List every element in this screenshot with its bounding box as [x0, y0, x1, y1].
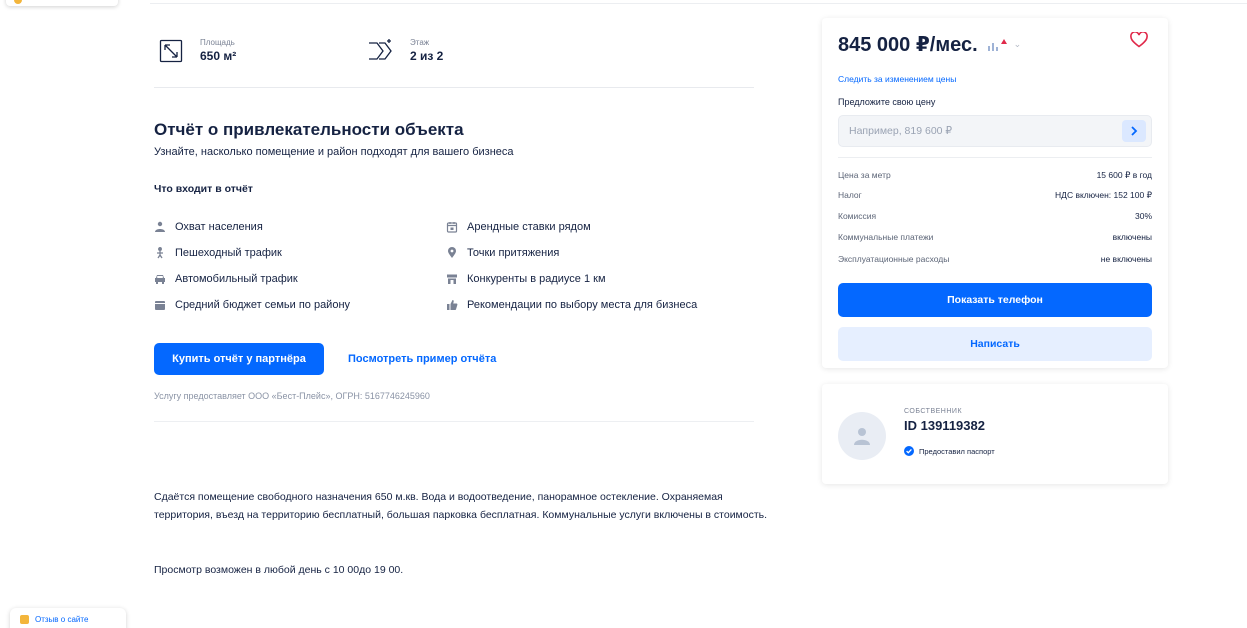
report-includes-title: Что входит в отчёт	[154, 183, 253, 195]
detail-row: Комиссия 30%	[838, 211, 1152, 221]
feature-item: Охват населения	[154, 221, 263, 233]
feature-item: Средний бюджет семьи по району	[154, 299, 350, 311]
shop-icon	[447, 274, 457, 284]
badge-dot-icon	[14, 0, 22, 4]
car-icon	[155, 275, 165, 284]
wallet-icon	[155, 301, 165, 310]
feature-label: Автомобильный трафик	[175, 273, 298, 285]
feedback-label: Отзыв о сайте	[35, 615, 89, 624]
example-report-link[interactable]: Посмотреть пример отчёта	[348, 353, 496, 365]
feature-item: Рекомендации по выбору места для бизнеса	[446, 299, 697, 311]
detail-key: Комиссия	[838, 211, 877, 221]
top-divider	[150, 3, 1247, 4]
detail-value: 30%	[1134, 211, 1152, 221]
owner-verified-badge: Предоставил паспорт	[904, 446, 995, 456]
feature-label: Конкуренты в радиусе 1 км	[467, 273, 606, 285]
offer-price-placeholder: Например, 819 600 ₽	[849, 125, 953, 137]
detail-value: НДС включен: 152 100 ₽	[1055, 190, 1152, 200]
top-badge[interactable]	[6, 0, 118, 6]
price-block: 845 000 ₽/мес. ⌄	[838, 32, 1021, 57]
owner-card: СОБСТВЕННИК ID 139119382 Предоставил пас…	[822, 384, 1168, 484]
feature-label: Средний бюджет семьи по району	[175, 299, 351, 311]
owner-id[interactable]: ID 139119382	[904, 418, 985, 433]
population-icon	[155, 221, 165, 232]
feedback-button[interactable]: Отзыв о сайте	[10, 608, 126, 628]
show-phone-button[interactable]: Показать телефон	[838, 283, 1152, 317]
stat-floor-value: 2 из 2	[410, 49, 444, 63]
feature-item: Точки притяжения	[446, 247, 559, 259]
watch-price-link[interactable]: Следить за изменением цены	[838, 74, 956, 84]
detail-row: Налог НДС включен: 152 100 ₽	[838, 190, 1152, 201]
listing-description: Сдаётся помещение свободного назначения …	[154, 491, 768, 521]
feature-label: Охват населения	[175, 221, 263, 233]
report-title: Отчёт о привлекательности объекта	[154, 120, 464, 139]
location-pin-icon	[448, 247, 456, 258]
stat-floor: Этаж 2 из 2	[366, 36, 443, 66]
stairs-icon	[366, 36, 396, 66]
feedback-icon	[20, 615, 29, 624]
offer-submit-button[interactable]	[1122, 120, 1146, 142]
stat-floor-caption: Этаж	[410, 38, 430, 47]
thumbs-up-icon	[447, 300, 458, 310]
stat-area-caption: Площадь	[200, 38, 235, 47]
feature-item: Пешеходный трафик	[154, 247, 282, 259]
feature-item: Конкуренты в радиусе 1 км	[446, 273, 606, 285]
stat-area: Площадь 650 м²	[156, 36, 236, 66]
offer-price-input[interactable]: Например, 819 600 ₽	[838, 115, 1152, 147]
area-expand-icon	[156, 36, 186, 66]
write-message-button[interactable]: Написать	[838, 327, 1152, 361]
detail-key: Налог	[838, 190, 862, 200]
price-value: 845 000 ₽/мес.	[838, 34, 978, 56]
report-subtitle: Узнайте, насколько помещение и район под…	[154, 146, 514, 158]
detail-value: 15 600 ₽ в год	[1096, 170, 1152, 180]
feature-label: Точки притяжения	[467, 247, 560, 259]
feature-label: Пешеходный трафик	[175, 247, 282, 259]
detail-value: включены	[1112, 232, 1152, 242]
section-divider	[154, 421, 754, 422]
avatar[interactable]	[838, 412, 886, 460]
detail-value: не включены	[1100, 254, 1152, 264]
offer-price-label: Предложите свою цену	[838, 97, 936, 107]
detail-row: Цена за метр 15 600 ₽ в год	[838, 170, 1152, 181]
card-divider	[838, 157, 1152, 158]
feature-label: Арендные ставки рядом	[467, 221, 591, 233]
provider-note: Услугу предоставляет ООО «Бест-Плейс», О…	[154, 391, 430, 401]
viewing-hours: Просмотр возможен в любой день с 10 00до…	[154, 564, 404, 576]
object-stats: Площадь 650 м² Этаж 2 из 2	[154, 30, 754, 88]
chevron-down-icon[interactable]: ⌄	[1014, 39, 1022, 50]
owner-verified-label: Предоставил паспорт	[919, 446, 995, 456]
feature-item: Автомобильный трафик	[154, 273, 298, 285]
price-trend-icon[interactable]	[986, 38, 1008, 52]
stat-area-value: 650 м²	[200, 49, 237, 63]
detail-key: Коммунальные платежи	[838, 232, 934, 242]
user-placeholder-icon	[854, 428, 870, 445]
owner-role: СОБСТВЕННИК	[904, 408, 963, 415]
calendar-icon	[446, 222, 458, 233]
chevron-right-icon	[1131, 126, 1138, 136]
pedestrian-icon	[157, 247, 163, 259]
price-card: 845 000 ₽/мес. ⌄ Следить за изменением ц…	[822, 18, 1168, 368]
feature-item: Арендные ставки рядом	[446, 221, 591, 233]
detail-row: Эксплуатационные расходы не включены	[838, 254, 1152, 264]
feature-label: Рекомендации по выбору места для бизнеса	[467, 299, 698, 311]
detail-key: Эксплуатационные расходы	[838, 254, 950, 264]
verified-check-icon	[904, 446, 914, 456]
favorite-heart-icon[interactable]	[1130, 31, 1148, 53]
detail-row: Коммунальные платежи включены	[838, 232, 1152, 242]
detail-key: Цена за метр	[838, 170, 891, 180]
buy-report-button[interactable]: Купить отчёт у партнёра	[154, 343, 324, 375]
